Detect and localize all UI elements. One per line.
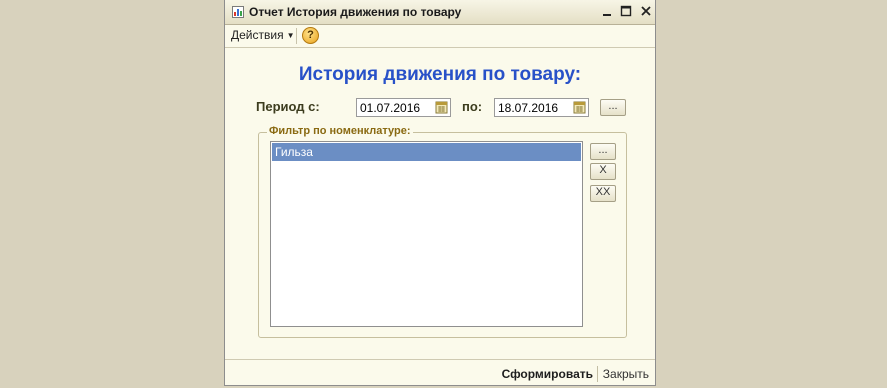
report-heading: История движения по товару: [298,64,582,85]
toolbar-separator [296,28,297,44]
chevron-down-icon: ▼ [286,31,295,40]
list-item[interactable]: Гильза [272,143,581,161]
maximize-icon[interactable] [619,4,633,18]
period-to-label: по: [462,99,483,114]
report-window: Отчет История движения по товару Действи… [224,0,656,386]
period-from-value: 01.07.2016 [360,101,421,115]
window-title: Отчет История движения по товару [249,5,462,19]
filter-add-button[interactable]: ... [590,143,616,160]
close-button[interactable]: Закрыть [603,367,649,381]
footer-separator [597,366,598,382]
period-from-label: Период с: [256,99,320,114]
minimize-icon[interactable] [600,4,614,18]
calendar-icon[interactable] [573,101,586,114]
help-icon[interactable]: ? [302,27,319,44]
period-to-value: 18.07.2016 [498,101,559,115]
footer-bar: Сформировать Закрыть [225,359,655,387]
actions-menu[interactable]: Действия ▼ [231,28,295,42]
generate-button[interactable]: Сформировать [502,367,593,381]
window-titlebar[interactable]: Отчет История движения по товару [225,0,655,25]
filter-remove-button[interactable]: X [590,163,616,180]
period-to-field[interactable]: 18.07.2016 [494,98,589,117]
toolbar: Действия ▼ ? [225,25,655,48]
close-icon[interactable] [639,4,653,18]
actions-menu-label: Действия [231,28,284,42]
calendar-icon[interactable] [435,101,448,114]
filter-clear-button[interactable]: XX [590,185,616,202]
report-icon [232,6,244,18]
filter-list[interactable]: Гильза [270,141,583,327]
filter-legend: Фильтр по номенклатуре: [267,125,413,137]
period-select-button[interactable]: ... [600,99,626,116]
period-from-field[interactable]: 01.07.2016 [356,98,451,117]
